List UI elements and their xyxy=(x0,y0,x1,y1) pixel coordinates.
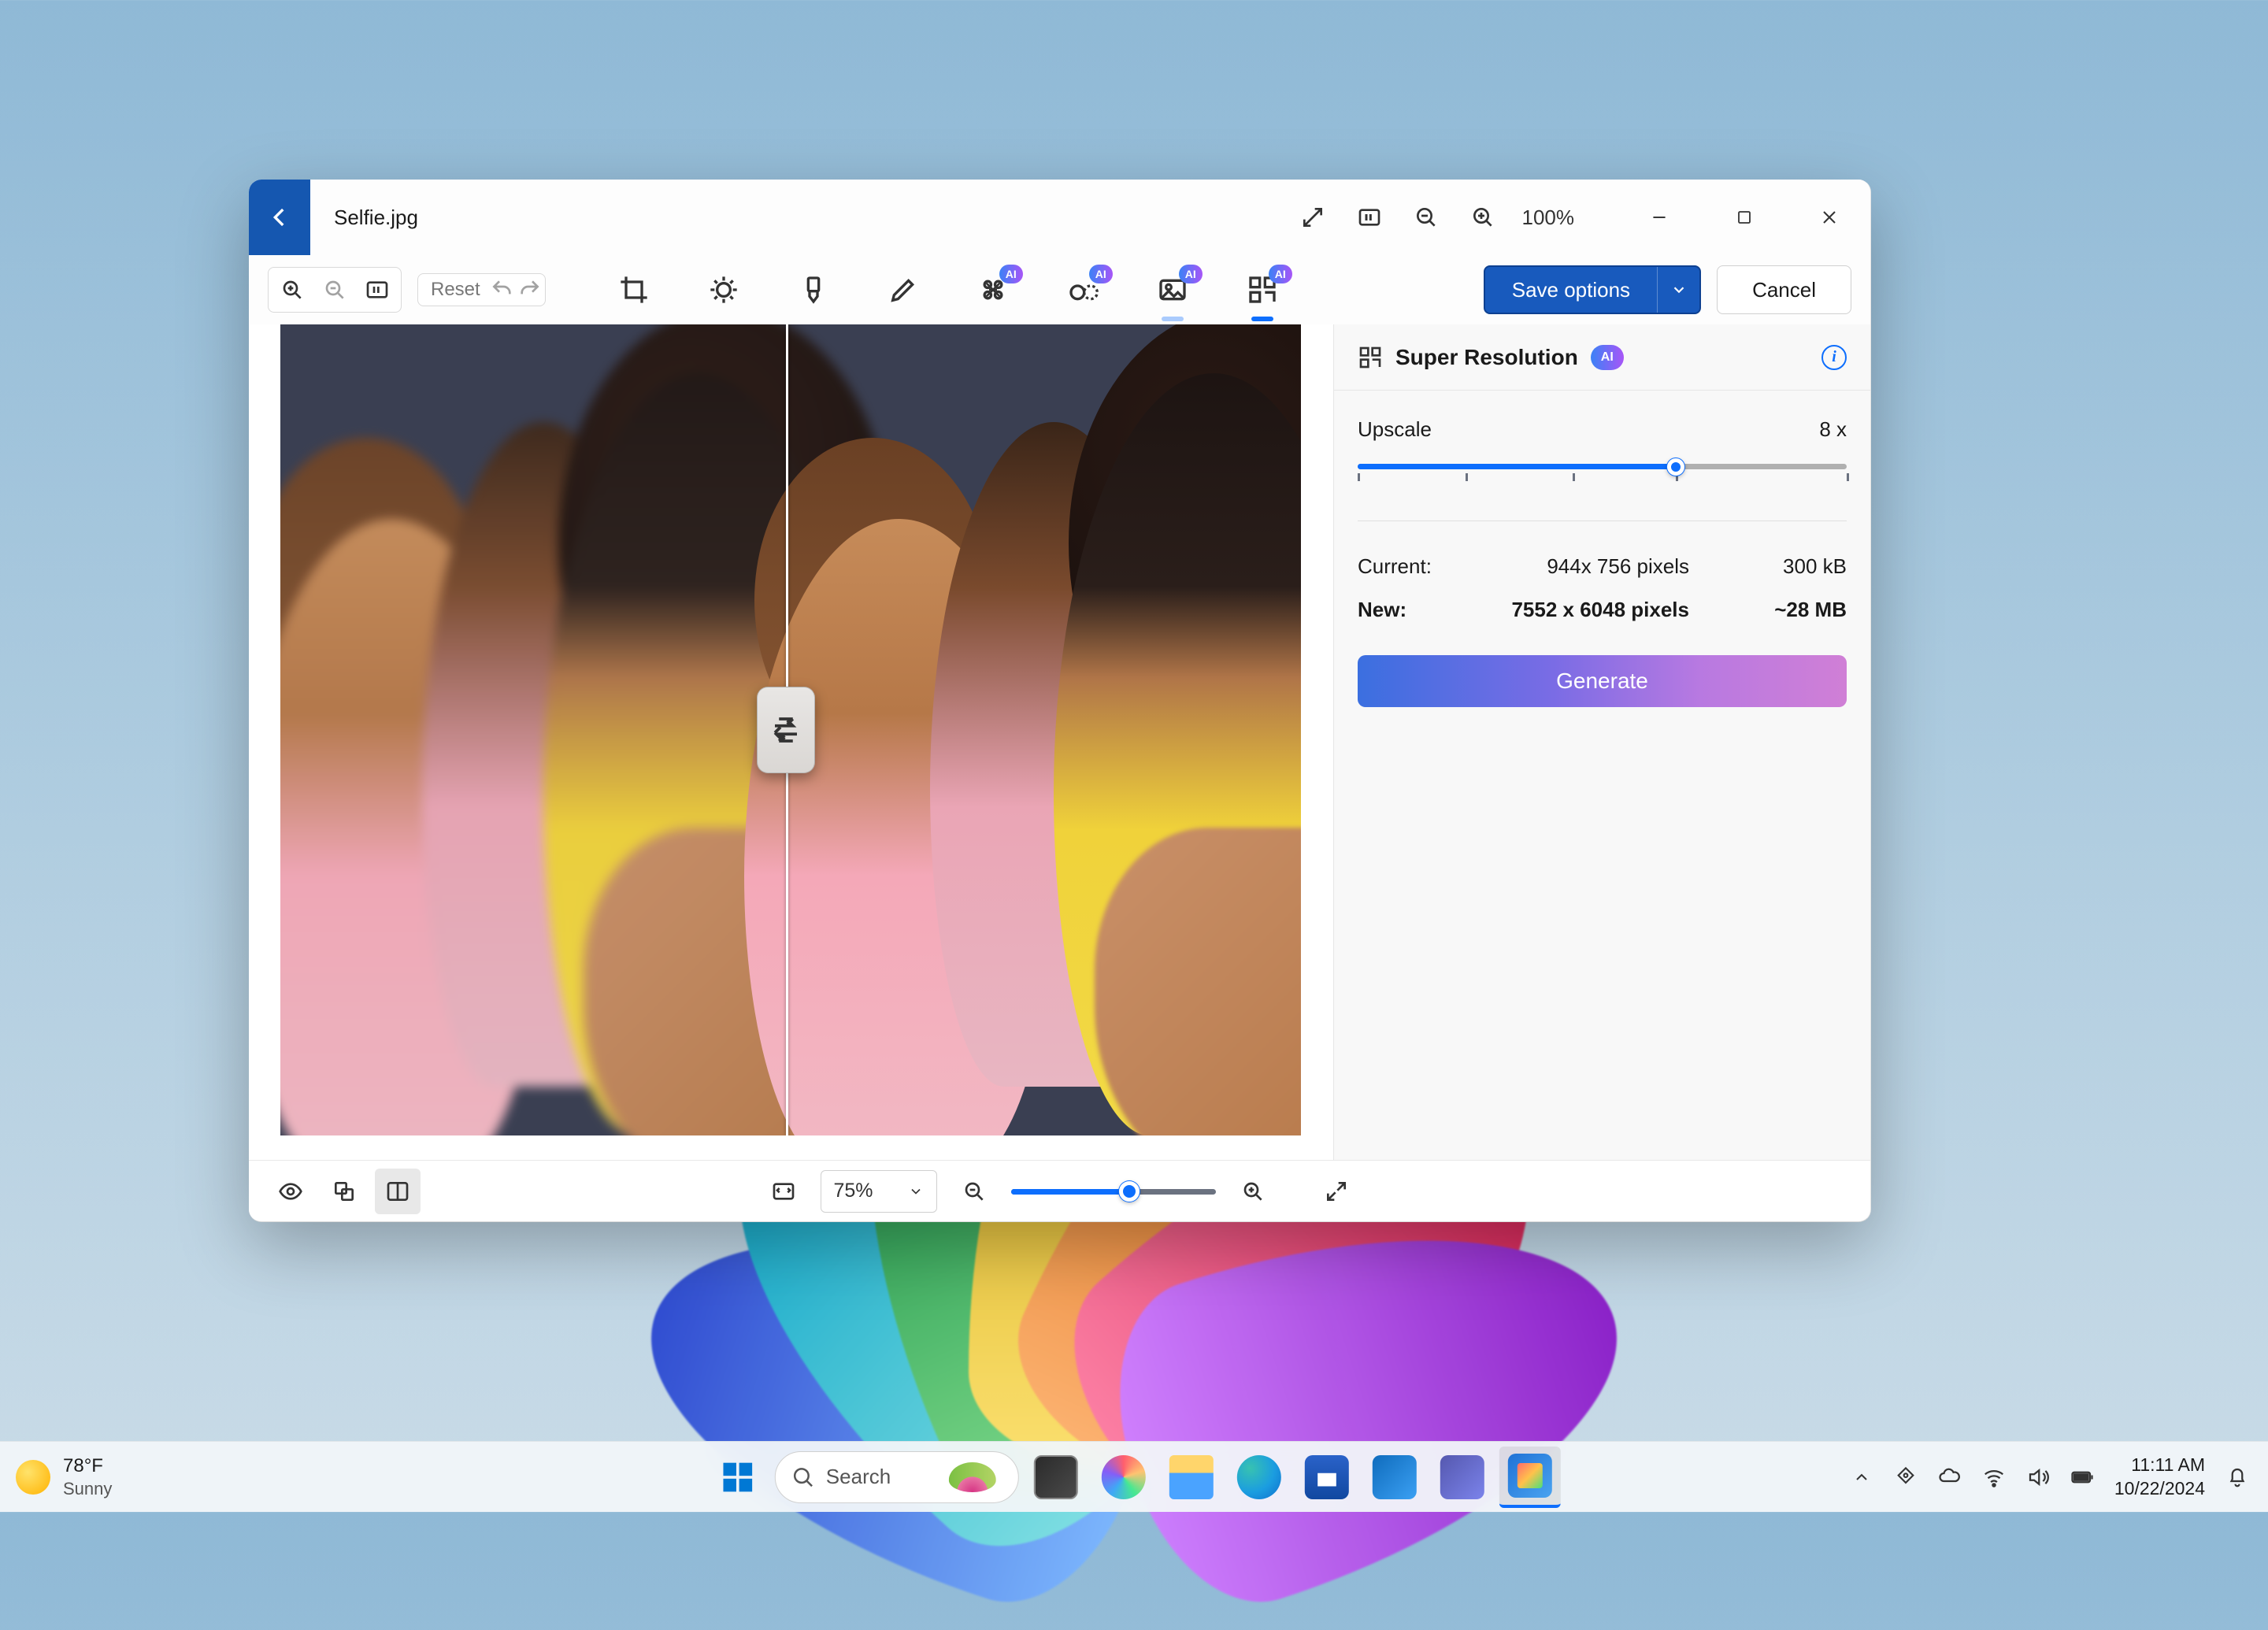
canvas-area xyxy=(249,324,1333,1160)
maximize-button[interactable] xyxy=(1713,180,1776,255)
active-indicator xyxy=(1251,317,1273,321)
search-box[interactable]: Search xyxy=(775,1451,1019,1503)
search-icon xyxy=(791,1465,815,1489)
editor-footer: 75% xyxy=(249,1160,1870,1221)
photos-button[interactable] xyxy=(1499,1447,1561,1508)
super-resolution-panel: Super Resolution AI i Upscale 8 x xyxy=(1333,324,1870,1160)
blur-background-tool[interactable]: AI xyxy=(1042,261,1124,318)
file-name: Selfie.jpg xyxy=(334,206,418,230)
search-placeholder: Search xyxy=(826,1465,891,1489)
temperature: 78°F xyxy=(63,1454,112,1478)
battery-icon[interactable] xyxy=(2070,1465,2094,1489)
chevron-up-icon[interactable] xyxy=(1850,1465,1873,1489)
ai-badge-icon: AI xyxy=(1591,345,1624,370)
taskbar: 78°FSunny Search 11:11 AM10/22/2024 xyxy=(0,1441,2268,1512)
minimize-button[interactable] xyxy=(1628,180,1691,255)
onedrive-icon[interactable] xyxy=(1938,1465,1962,1489)
current-size: 300 kB xyxy=(1729,554,1847,579)
security-icon[interactable] xyxy=(1894,1465,1918,1489)
eye-icon[interactable] xyxy=(268,1169,313,1214)
fit-button[interactable] xyxy=(357,271,398,309)
upscale-value: 8 x xyxy=(1819,417,1847,442)
titlebar: Selfie.jpg 100% xyxy=(249,180,1870,255)
remove-background-tool[interactable]: AI xyxy=(1132,261,1214,318)
compare-handle[interactable] xyxy=(757,687,815,773)
active-indicator xyxy=(1162,317,1184,321)
copilot-button[interactable] xyxy=(1093,1447,1154,1508)
after-image xyxy=(786,324,1301,1135)
notifications-icon[interactable] xyxy=(2225,1465,2249,1489)
upscale-label: Upscale xyxy=(1358,417,1432,442)
zoom-slider[interactable] xyxy=(1011,1176,1216,1207)
zoom-group xyxy=(268,267,402,313)
new-dimensions: 7552 x 6048 pixels xyxy=(1499,598,1729,622)
before-image xyxy=(280,324,786,1135)
taskbar-center: Search xyxy=(707,1447,1561,1508)
zoom-in-icon[interactable] xyxy=(1466,200,1500,235)
new-size: ~28 MB xyxy=(1729,598,1847,622)
layers-icon[interactable] xyxy=(321,1169,367,1214)
start-button[interactable] xyxy=(707,1447,769,1508)
zoom-in-button[interactable] xyxy=(272,271,313,309)
zoom-select[interactable]: 75% xyxy=(821,1170,937,1213)
photos-editor-window: Selfie.jpg 100% Reset xyxy=(249,180,1871,1222)
fullscreen-icon[interactable] xyxy=(1314,1169,1359,1214)
ai-badge-icon: AI xyxy=(999,265,1023,283)
compare-view-icon[interactable] xyxy=(375,1169,421,1214)
undo-button[interactable] xyxy=(490,277,515,302)
zoom-out-icon[interactable] xyxy=(951,1169,997,1214)
new-label: New: xyxy=(1358,598,1499,622)
wifi-icon[interactable] xyxy=(1982,1465,2006,1489)
upscale-slider[interactable] xyxy=(1358,453,1847,497)
image-compare-canvas[interactable] xyxy=(280,324,1301,1135)
actual-size-icon[interactable] xyxy=(1352,200,1387,235)
zoom-out-icon[interactable] xyxy=(1409,200,1443,235)
edge-button[interactable] xyxy=(1228,1447,1290,1508)
zoom-percent: 100% xyxy=(1522,206,1575,230)
erase-tool[interactable]: AI xyxy=(952,261,1034,318)
adjust-tool[interactable] xyxy=(683,261,765,318)
info-icon[interactable]: i xyxy=(1821,345,1847,370)
back-button[interactable] xyxy=(249,180,310,255)
sun-icon xyxy=(16,1460,50,1495)
ai-badge-icon: AI xyxy=(1269,265,1292,283)
zoom-out-button[interactable] xyxy=(314,271,355,309)
ai-badge-icon: AI xyxy=(1179,265,1203,283)
panel-title: Super Resolution xyxy=(1395,345,1578,370)
clock[interactable]: 11:11 AM10/22/2024 xyxy=(2114,1454,2205,1501)
weather-condition: Sunny xyxy=(63,1478,112,1500)
store-button[interactable] xyxy=(1296,1447,1358,1508)
panel-header: Super Resolution AI i xyxy=(1334,324,1870,391)
slider-thumb[interactable] xyxy=(1667,458,1684,476)
search-highlight-icon xyxy=(949,1462,996,1492)
edit-toolbar: Reset AI AI AI xyxy=(249,255,1870,324)
close-button[interactable] xyxy=(1798,180,1861,255)
crop-tool[interactable] xyxy=(593,261,675,318)
zoom-in-icon[interactable] xyxy=(1230,1169,1276,1214)
system-tray: 11:11 AM10/22/2024 xyxy=(1850,1454,2249,1501)
reset-button[interactable]: Reset xyxy=(431,279,488,301)
reset-group: Reset xyxy=(417,273,546,306)
draw-tool[interactable] xyxy=(862,261,944,318)
fullscreen-icon[interactable] xyxy=(1295,200,1330,235)
ai-badge-icon: AI xyxy=(1089,265,1113,283)
chevron-down-icon xyxy=(1657,267,1699,313)
explorer-button[interactable] xyxy=(1161,1447,1222,1508)
super-resolution-tool[interactable]: AI xyxy=(1221,261,1303,318)
markup-tool[interactable] xyxy=(773,261,854,318)
weather-widget[interactable]: 78°FSunny xyxy=(16,1454,112,1500)
cancel-button[interactable]: Cancel xyxy=(1717,265,1851,314)
volume-icon[interactable] xyxy=(2026,1465,2050,1489)
task-view-button[interactable] xyxy=(1025,1447,1087,1508)
outlook-button[interactable] xyxy=(1364,1447,1425,1508)
generate-button[interactable]: Generate xyxy=(1358,655,1847,707)
super-resolution-icon xyxy=(1358,345,1383,370)
redo-button[interactable] xyxy=(517,277,542,302)
current-label: Current: xyxy=(1358,554,1499,579)
current-dimensions: 944x 756 pixels xyxy=(1499,554,1729,579)
teams-button[interactable] xyxy=(1432,1447,1493,1508)
save-options-button[interactable]: Save options xyxy=(1484,265,1701,314)
fit-screen-icon[interactable] xyxy=(761,1169,806,1214)
